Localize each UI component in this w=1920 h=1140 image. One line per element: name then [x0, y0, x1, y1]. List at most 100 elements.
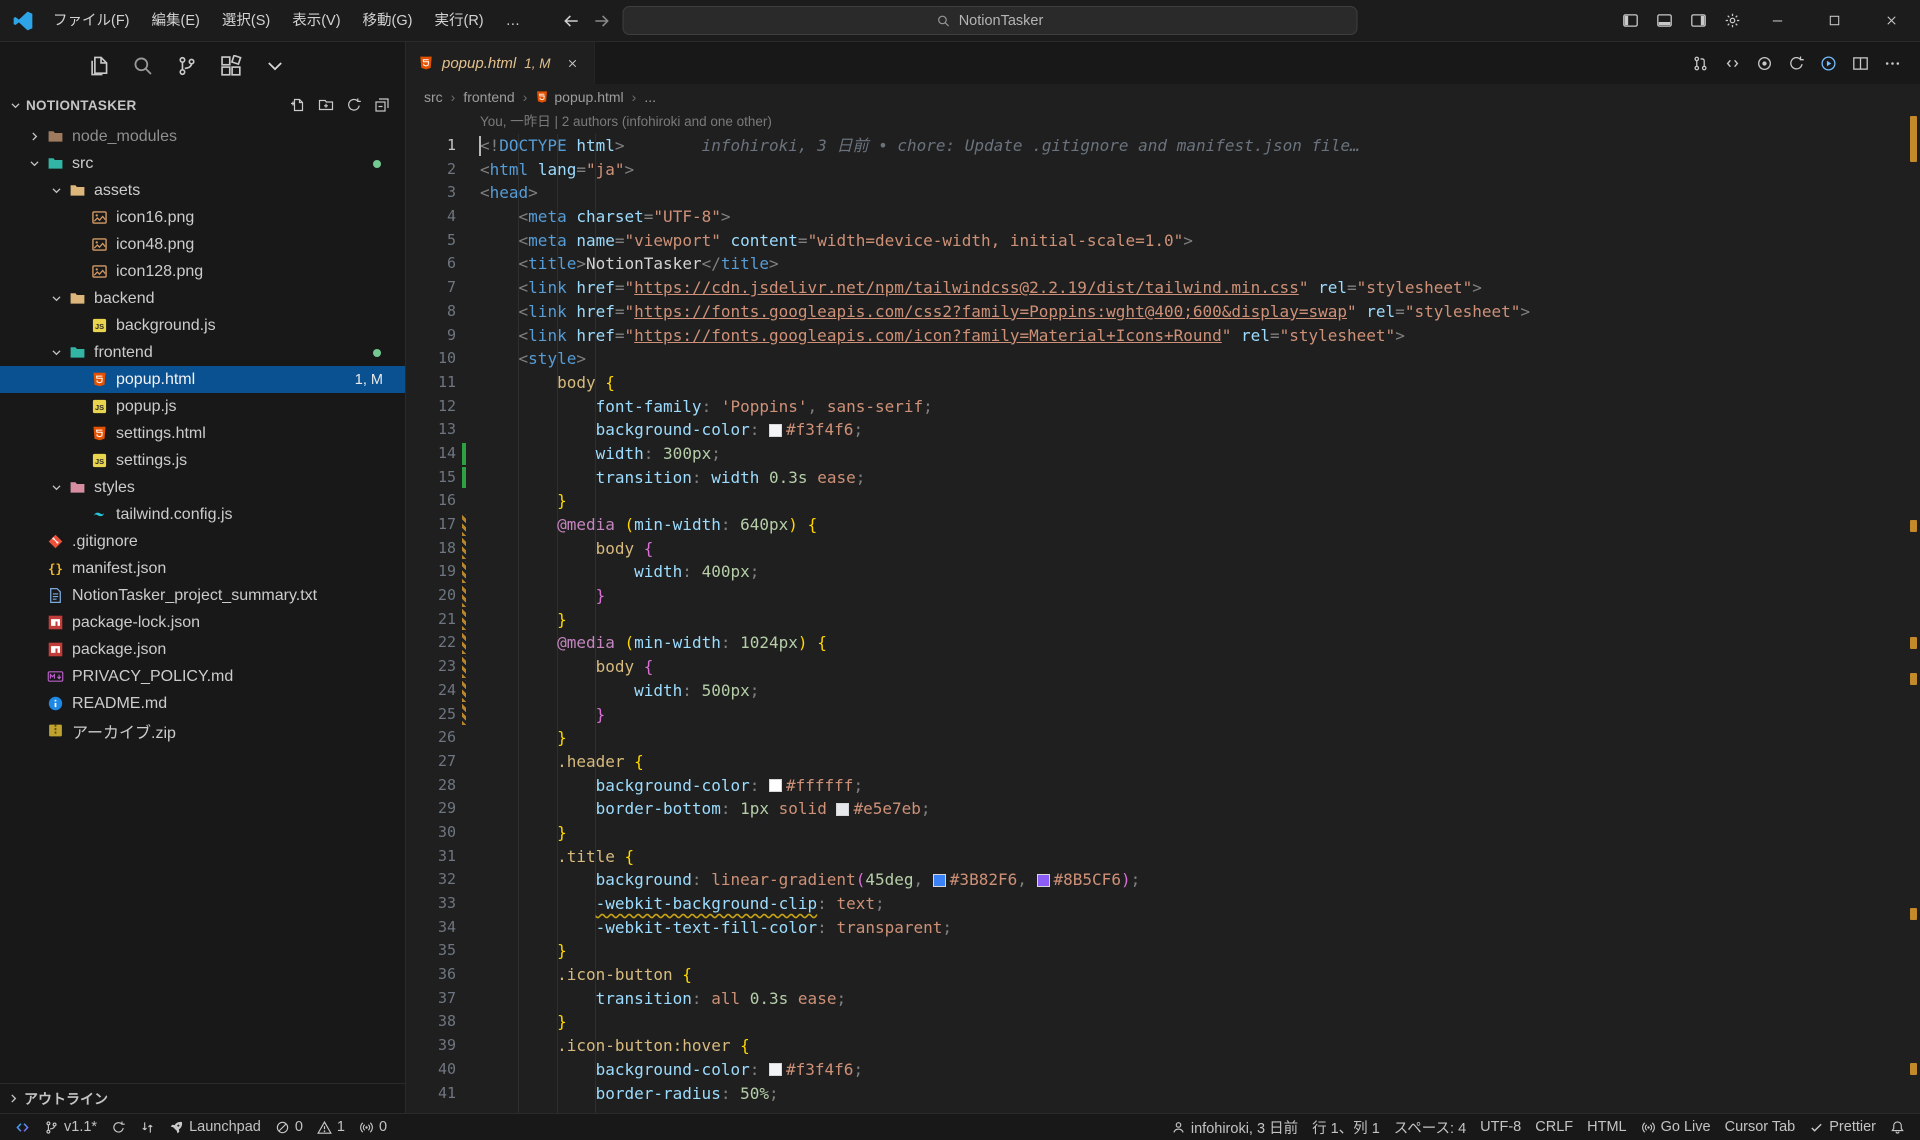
tree-file-manifest-json[interactable]: {}manifest.json — [0, 555, 405, 582]
code-line[interactable]: 24 width: 500px; — [406, 679, 1920, 703]
tree-folder-backend[interactable]: backend — [0, 285, 405, 312]
breadcrumb-item[interactable]: ... — [644, 89, 656, 105]
tree-file-package-json[interactable]: package.json — [0, 636, 405, 663]
source-control-action-icon[interactable] — [1688, 51, 1712, 75]
code-line[interactable]: 8 <link href="https://fonts.googleapis.c… — [406, 300, 1920, 324]
code-line[interactable]: 30 } — [406, 821, 1920, 845]
code-line[interactable]: 3<head> — [406, 181, 1920, 205]
command-center-search[interactable]: NotionTasker — [623, 6, 1358, 35]
code-line[interactable]: 31 .title { — [406, 845, 1920, 869]
code-line[interactable]: 19 width: 400px; — [406, 560, 1920, 584]
codelens-authors[interactable]: You, 一昨日 | 2 authors (infohiroki and one… — [480, 110, 1920, 134]
breadcrumb-item[interactable]: frontend — [463, 89, 514, 105]
toggle-primary-sidebar-icon[interactable] — [1613, 0, 1647, 41]
additional-views-icon[interactable] — [258, 49, 292, 83]
code-line[interactable]: 11 body { — [406, 371, 1920, 395]
run-action-icon[interactable] — [1816, 51, 1840, 75]
code-line[interactable]: 14 width: 300px; — [406, 442, 1920, 466]
code-line[interactable]: 12 font-family: 'Poppins', sans-serif; — [406, 395, 1920, 419]
code-line[interactable]: 33 -webkit-background-clip: text; — [406, 892, 1920, 916]
language-mode[interactable]: HTML — [1580, 1114, 1633, 1140]
restart-action-icon[interactable] — [1784, 51, 1808, 75]
sidebar-search-icon[interactable] — [126, 49, 160, 83]
code-line[interactable]: 35 } — [406, 939, 1920, 963]
tree-file-readme-md[interactable]: README.md — [0, 690, 405, 717]
toggle-secondary-sidebar-icon[interactable] — [1681, 0, 1715, 41]
code-line[interactable]: 28 background-color: #ffffff; — [406, 774, 1920, 798]
code-line[interactable]: 5 <meta name="viewport" content="width=d… — [406, 229, 1920, 253]
chevron-down-icon[interactable] — [8, 98, 23, 113]
code-line[interactable]: 2<html lang="ja"> — [406, 158, 1920, 182]
code-line[interactable]: 32 background: linear-gradient(45deg, #3… — [406, 868, 1920, 892]
tree-file-tailwind-config-js[interactable]: tailwind.config.js — [0, 501, 405, 528]
tree-file-icon16-png[interactable]: icon16.png — [0, 204, 405, 231]
sync-changes[interactable] — [104, 1114, 133, 1140]
code-line[interactable]: 9 <link href="https://fonts.googleapis.c… — [406, 324, 1920, 348]
tree-folder-src[interactable]: src — [0, 150, 405, 177]
tree-file-settings-html[interactable]: settings.html — [0, 420, 405, 447]
cursor-tab[interactable]: Cursor Tab — [1718, 1114, 1803, 1140]
new-file-icon[interactable] — [287, 94, 309, 116]
manage-layout-icon[interactable] — [1715, 0, 1749, 41]
blame-author[interactable]: infohiroki, 3 日前 — [1164, 1114, 1305, 1140]
sidebar-explorer-icon[interactable] — [82, 49, 116, 83]
code-line[interactable]: 17 @media (min-width: 640px) { — [406, 513, 1920, 537]
code-line[interactable]: 41 border-radius: 50%; — [406, 1082, 1920, 1106]
code-line[interactable]: 21 } — [406, 608, 1920, 632]
tree-file-icon128-png[interactable]: icon128.png — [0, 258, 405, 285]
code-line[interactable]: 20 } — [406, 584, 1920, 608]
code-line[interactable]: 36 .icon-button { — [406, 963, 1920, 987]
tree-folder-assets[interactable]: assets — [0, 177, 405, 204]
tree-folder-node-modules[interactable]: node_modules — [0, 123, 405, 150]
code-line[interactable]: 4 <meta charset="UTF-8"> — [406, 205, 1920, 229]
open-preview-icon[interactable] — [1720, 51, 1744, 75]
code-line[interactable]: 38 } — [406, 1010, 1920, 1034]
toggle-panel-icon[interactable] — [1647, 0, 1681, 41]
tree-file-privacy-policy-md[interactable]: PRIVACY_POLICY.md — [0, 663, 405, 690]
tab-popup-html[interactable]: popup.html 1, M — [406, 42, 595, 84]
more-actions-icon[interactable] — [1880, 51, 1904, 75]
code-line[interactable]: 18 body { — [406, 537, 1920, 561]
menu-item[interactable]: 編集(E) — [141, 0, 211, 42]
go-live[interactable]: Go Live — [1634, 1114, 1718, 1140]
code-line[interactable]: 22 @media (min-width: 1024px) { — [406, 631, 1920, 655]
tree-folder-styles[interactable]: styles — [0, 474, 405, 501]
warnings[interactable]: 1 — [310, 1114, 352, 1140]
back-icon[interactable] — [563, 12, 581, 30]
window-minimize-icon[interactable] — [1749, 0, 1806, 41]
tree-file-icon48-png[interactable]: icon48.png — [0, 231, 405, 258]
code-line[interactable]: 25 } — [406, 703, 1920, 727]
code-line[interactable]: 10 <style> — [406, 347, 1920, 371]
tree-file-package-lock-json[interactable]: package-lock.json — [0, 609, 405, 636]
sidebar-source-control-icon[interactable] — [170, 49, 204, 83]
code-line[interactable]: 15 transition: width 0.3s ease; — [406, 466, 1920, 490]
remote-indicator[interactable] — [8, 1114, 37, 1140]
tree-file-settings-js[interactable]: JSsettings.js — [0, 447, 405, 474]
code-line[interactable]: 16 } — [406, 489, 1920, 513]
breadcrumb-item[interactable]: src — [424, 89, 443, 105]
cursor-position[interactable]: 行 1、列 1 — [1305, 1114, 1387, 1140]
code-line[interactable]: 37 transition: all 0.3s ease; — [406, 987, 1920, 1011]
code-line[interactable]: 7 <link href="https://cdn.jsdelivr.net/n… — [406, 276, 1920, 300]
tree-file-popup-html[interactable]: popup.html1, M — [0, 366, 405, 393]
errors[interactable]: 0 — [268, 1114, 310, 1140]
menu-item[interactable]: … — [495, 0, 532, 42]
menu-item[interactable]: 選択(S) — [211, 0, 281, 42]
code-line[interactable]: 6 <title>NotionTasker</title> — [406, 252, 1920, 276]
new-folder-icon[interactable] — [315, 94, 337, 116]
window-close-icon[interactable] — [1863, 0, 1920, 41]
indentation[interactable]: スペース: 4 — [1387, 1114, 1473, 1140]
notifications[interactable] — [1883, 1114, 1912, 1140]
tree-file-notiontasker-project-summary-txt[interactable]: NotionTasker_project_summary.txt — [0, 582, 405, 609]
eol[interactable]: CRLF — [1528, 1114, 1580, 1140]
forward-icon[interactable] — [593, 12, 611, 30]
branch-compare[interactable] — [133, 1114, 162, 1140]
tree-folder-frontend[interactable]: frontend — [0, 339, 405, 366]
outline-section[interactable]: アウトライン — [0, 1083, 405, 1113]
menu-item[interactable]: 移動(G) — [352, 0, 424, 42]
code-line[interactable]: 27 .header { — [406, 750, 1920, 774]
menu-item[interactable]: 表示(V) — [281, 0, 351, 42]
toggle-record-icon[interactable] — [1752, 51, 1776, 75]
sidebar-extensions-icon[interactable] — [214, 49, 248, 83]
code-line[interactable]: 1<!DOCTYPE html> infohiroki, 3 日前 • chor… — [406, 134, 1920, 158]
